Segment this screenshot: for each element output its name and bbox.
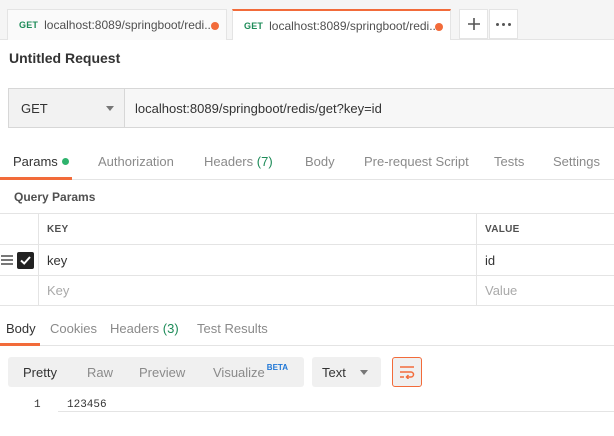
tab-body[interactable]: Body <box>305 154 335 169</box>
tab-pre-request-script[interactable]: Pre-request Script <box>364 154 469 169</box>
param-enabled-checkbox[interactable] <box>17 252 34 269</box>
param-key-cell[interactable]: key <box>38 245 476 275</box>
line-number: 1 <box>34 399 41 411</box>
response-headers-count: (3) <box>162 321 179 336</box>
preview-button[interactable]: Preview <box>139 357 185 387</box>
tab-url-label: localhost:8089/springboot/redi... <box>269 18 440 33</box>
visualize-button[interactable]: Visualize BETA <box>213 357 288 387</box>
response-tab-headers[interactable]: Headers (3) <box>110 321 179 336</box>
table-header-row: KEY VALUE <box>0 213 614 244</box>
tab-authorization[interactable]: Authorization <box>98 154 174 169</box>
beta-badge: BETA <box>266 362 288 372</box>
param-value-cell[interactable]: id <box>476 245 614 275</box>
tab-headers[interactable]: Headers (7) <box>204 154 273 169</box>
more-tabs-button[interactable] <box>489 9 518 39</box>
raw-button[interactable]: Raw <box>87 357 113 387</box>
plus-icon <box>467 18 480 30</box>
request-tab-2[interactable]: GET localhost:8089/springboot/redi... <box>232 9 451 40</box>
request-tabs: Params Authorization Headers (7) Body Pr… <box>0 145 614 180</box>
url-input[interactable] <box>125 89 614 127</box>
wrap-lines-icon <box>400 366 415 379</box>
pretty-button[interactable]: Pretty <box>23 357 57 387</box>
method-select-value: GET <box>21 100 48 116</box>
key-column-header: KEY <box>47 223 69 235</box>
method-select[interactable]: GET <box>9 89 125 127</box>
headers-count: (7) <box>256 154 273 169</box>
response-tabs: Body Cookies Headers (3) Test Results <box>0 312 614 346</box>
unsaved-dot-icon <box>211 22 219 30</box>
response-tab-test-results[interactable]: Test Results <box>197 321 268 336</box>
response-line <box>58 396 614 412</box>
more-dots-icon <box>496 22 499 26</box>
table-row: key id <box>0 244 614 275</box>
format-select[interactable]: Text <box>312 357 381 387</box>
tab-url-label: localhost:8089/springboot/redi... <box>44 18 215 32</box>
response-tab-cookies[interactable]: Cookies <box>50 321 97 336</box>
value-placeholder: Value <box>485 283 518 298</box>
query-params-title: Query Params <box>14 190 96 204</box>
active-response-tab-indicator <box>0 343 40 346</box>
key-placeholder: Key <box>47 283 70 298</box>
response-body-text[interactable]: 123456 <box>67 399 107 411</box>
tab-strip: GET localhost:8089/springboot/redi... GE… <box>0 0 614 40</box>
drag-handle-icon[interactable] <box>1 255 13 265</box>
new-key-input[interactable]: Key <box>38 276 476 305</box>
active-params-dot-icon <box>61 158 69 165</box>
request-tab-1[interactable]: GET localhost:8089/springboot/redi... <box>7 9 227 40</box>
value-column-header: VALUE <box>485 223 520 235</box>
active-tab-indicator <box>0 177 72 180</box>
body-view-segmented-control: Pretty Raw Preview Visualize BETA <box>8 357 304 387</box>
tab-settings[interactable]: Settings <box>553 154 600 169</box>
add-tab-button[interactable] <box>459 9 488 39</box>
table-row-empty: Key Value <box>0 275 614 306</box>
tab-params[interactable]: Params <box>13 154 69 169</box>
format-select-value: Text <box>322 364 346 380</box>
wrap-lines-button[interactable] <box>392 357 422 387</box>
check-icon <box>20 256 31 265</box>
unsaved-dot-icon <box>435 23 443 31</box>
chevron-down-icon <box>360 369 368 375</box>
tab-tests[interactable]: Tests <box>494 154 524 169</box>
new-value-input[interactable]: Value <box>476 276 614 305</box>
url-bar: GET <box>8 88 614 128</box>
tab-method-label: GET <box>244 20 264 31</box>
request-title[interactable]: Untitled Request <box>9 50 120 66</box>
param-value: id <box>485 252 496 268</box>
param-key: key <box>47 252 68 268</box>
tab-method-label: GET <box>19 20 39 30</box>
response-tab-body[interactable]: Body <box>6 321 36 336</box>
chevron-down-icon <box>106 105 114 111</box>
